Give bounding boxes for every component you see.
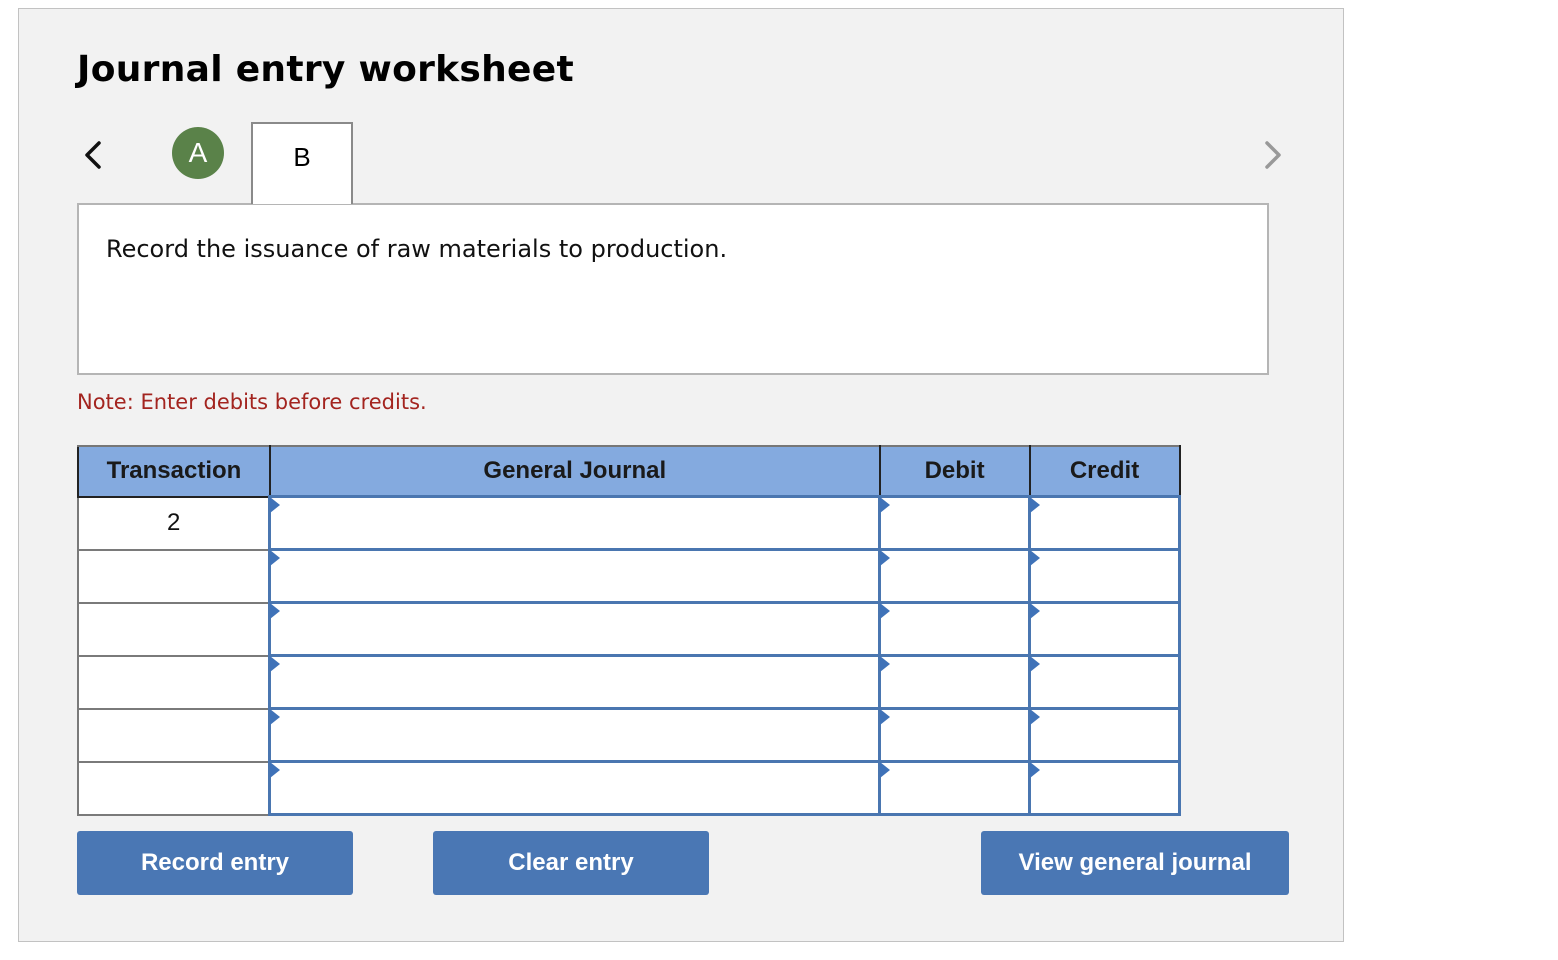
- debit-input[interactable]: [881, 498, 1029, 548]
- credit-input[interactable]: [1031, 498, 1178, 548]
- table-row: [77, 601, 1181, 657]
- transaction-cell: 2: [77, 495, 271, 551]
- chevron-right-icon: [1265, 141, 1281, 169]
- table-row: [77, 760, 1181, 816]
- table-header-row: Transaction General Journal Debit Credit: [77, 445, 1181, 498]
- tab-b-label: B: [293, 142, 311, 172]
- credit-input[interactable]: [1031, 604, 1178, 654]
- account-dropdown[interactable]: [271, 604, 879, 654]
- debit-cell: [878, 707, 1032, 763]
- debit-input[interactable]: [881, 763, 1029, 813]
- debit-cell: [878, 601, 1032, 657]
- tab-a-label: A: [188, 137, 208, 168]
- table-row: [77, 548, 1181, 604]
- journal-worksheet-panel: Journal entry worksheet A B Record the i…: [18, 8, 1344, 942]
- header-debit: Debit: [878, 445, 1031, 498]
- account-cell: [268, 707, 882, 763]
- account-dropdown[interactable]: [271, 710, 879, 760]
- credit-cell: [1028, 707, 1181, 763]
- journal-table: Transaction General Journal Debit Credit…: [77, 445, 1181, 816]
- previous-button[interactable]: [77, 135, 113, 175]
- view-general-journal-button[interactable]: View general journal: [981, 831, 1289, 895]
- tab-a[interactable]: A: [172, 127, 224, 179]
- debit-input[interactable]: [881, 604, 1029, 654]
- credit-cell: [1028, 548, 1181, 604]
- transaction-cell: [77, 760, 271, 816]
- account-dropdown[interactable]: [271, 657, 879, 707]
- page-title: Journal entry worksheet: [77, 49, 574, 90]
- debit-cell: [878, 654, 1032, 710]
- account-cell: [268, 495, 882, 551]
- tab-b[interactable]: B: [251, 122, 353, 204]
- table-row: [77, 707, 1181, 763]
- header-transaction: Transaction: [77, 445, 271, 498]
- account-dropdown[interactable]: [271, 498, 879, 548]
- transaction-cell: [77, 548, 271, 604]
- next-button[interactable]: [1255, 135, 1291, 175]
- table-row: [77, 654, 1181, 710]
- debit-input[interactable]: [881, 657, 1029, 707]
- credit-input[interactable]: [1031, 551, 1178, 601]
- question-box: Record the issuance of raw materials to …: [77, 203, 1269, 375]
- credit-input[interactable]: [1031, 710, 1178, 760]
- debit-cell: [878, 548, 1032, 604]
- account-dropdown[interactable]: [271, 551, 879, 601]
- account-dropdown[interactable]: [271, 763, 879, 813]
- credit-cell: [1028, 601, 1181, 657]
- account-cell: [268, 760, 882, 816]
- header-general-journal: General Journal: [268, 445, 881, 498]
- transaction-cell: [77, 601, 271, 657]
- question-text: Record the issuance of raw materials to …: [106, 235, 728, 263]
- debit-cell: [878, 760, 1032, 816]
- debit-input[interactable]: [881, 710, 1029, 760]
- note-text: Note: Enter debits before credits.: [77, 390, 427, 414]
- chevron-left-icon: [85, 141, 101, 169]
- credit-cell: [1028, 760, 1181, 816]
- debit-input[interactable]: [881, 551, 1029, 601]
- record-entry-button[interactable]: Record entry: [77, 831, 353, 895]
- account-cell: [268, 548, 882, 604]
- account-cell: [268, 654, 882, 710]
- credit-cell: [1028, 654, 1181, 710]
- credit-input[interactable]: [1031, 657, 1178, 707]
- account-cell: [268, 601, 882, 657]
- table-row: 2: [77, 495, 1181, 551]
- transaction-cell: [77, 707, 271, 763]
- credit-cell: [1028, 495, 1181, 551]
- debit-cell: [878, 495, 1032, 551]
- transaction-cell: [77, 654, 271, 710]
- credit-input[interactable]: [1031, 763, 1178, 813]
- clear-entry-button[interactable]: Clear entry: [433, 831, 709, 895]
- header-credit: Credit: [1028, 445, 1181, 498]
